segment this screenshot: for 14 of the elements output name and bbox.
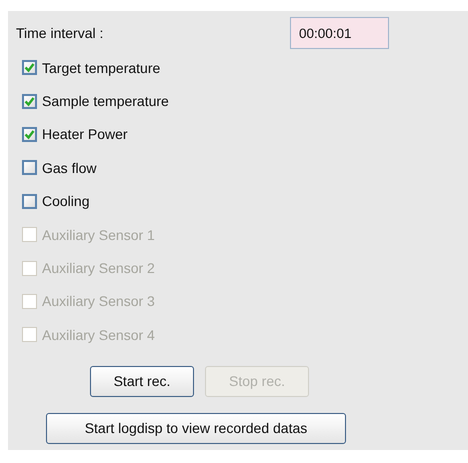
checkbox-label[interactable]: Cooling (42, 193, 90, 210)
start-record-button[interactable]: Start rec. (90, 366, 194, 397)
time-interval-label: Time interval : (16, 25, 104, 41)
checkbox-label[interactable]: Target temperature (42, 60, 160, 76)
checkbox[interactable] (22, 160, 37, 176)
checkbox[interactable] (22, 94, 37, 109)
checkbox[interactable] (22, 194, 37, 209)
checkbox[interactable] (22, 60, 37, 76)
checkbox-label[interactable]: Gas flow (42, 160, 96, 176)
time-interval-field[interactable]: 00:00:01 (290, 17, 389, 49)
checkbox[interactable] (22, 126, 37, 142)
checkbox-label[interactable]: Sample temperature (42, 93, 169, 110)
checkbox-label[interactable]: Heater Power (42, 126, 128, 142)
start-logdisp-button[interactable]: Start logdisp to view recorded datas (46, 412, 346, 444)
